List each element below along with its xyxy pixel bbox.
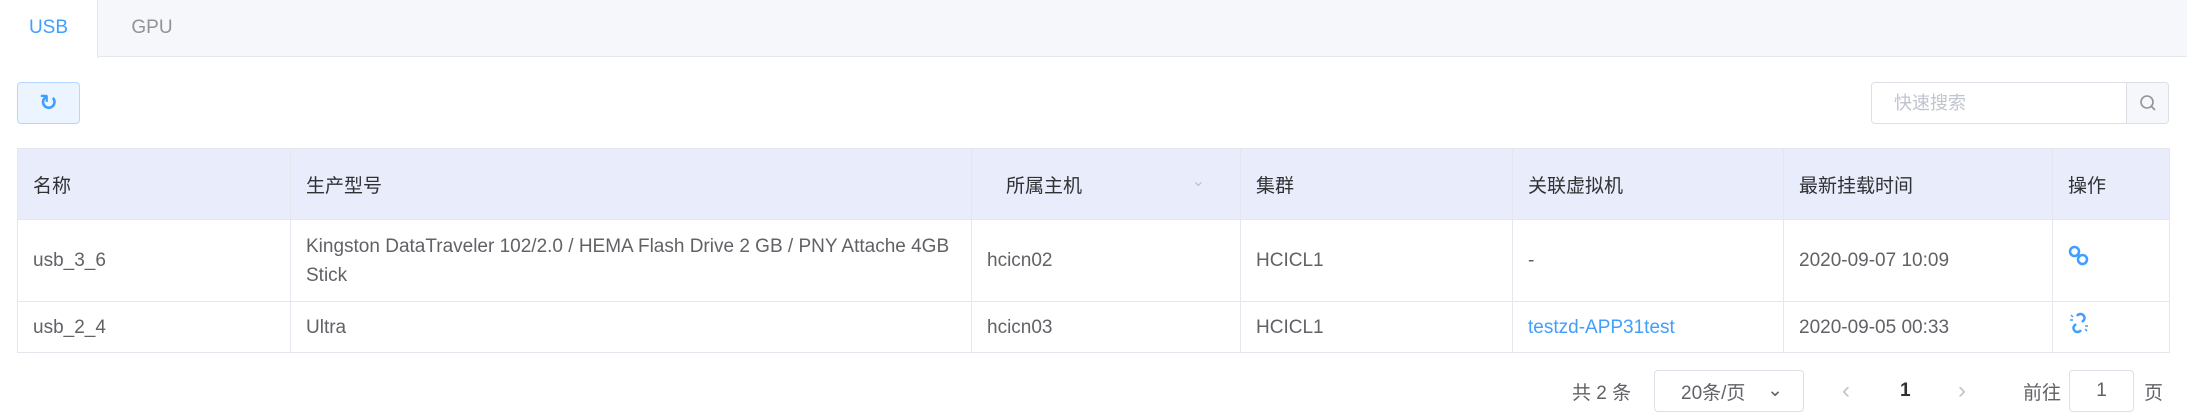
cell-time: 2020-09-05 00:33 — [1783, 301, 2053, 353]
prev-page-button[interactable]: ‹ — [1842, 370, 1850, 412]
chevron-down-icon: ⌄ — [1767, 380, 1783, 401]
cell-actions — [2052, 301, 2170, 353]
page-suffix: 页 — [2144, 382, 2164, 404]
goto-page-input[interactable]: 1 — [2069, 370, 2134, 412]
col-time: 最新挂载时间 — [1783, 148, 2053, 220]
page-size-value: 20条/页 — [1681, 382, 1746, 404]
search-box — [1871, 82, 2169, 124]
table-row: usb_2_4 Ultra hcicn03 HCICL1 testzd-APP3… — [17, 301, 2170, 353]
link-icon[interactable] — [2068, 245, 2090, 267]
cell-model: Kingston DataTraveler 102/2.0 / HEMA Fla… — [290, 219, 972, 302]
search-input[interactable] — [1872, 83, 2126, 123]
cell-host: hcicn02 — [971, 219, 1241, 302]
vm-link[interactable]: testzd-APP31test — [1528, 317, 1675, 338]
col-cluster: 集群 — [1240, 148, 1513, 220]
tab-gpu[interactable]: GPU — [98, 0, 206, 57]
col-host[interactable]: 所属主机 ⌄ — [971, 148, 1241, 220]
col-name: 名称 — [17, 148, 291, 220]
cell-name: usb_3_6 — [17, 219, 291, 302]
col-host-label: 所属主机 — [1006, 175, 1083, 197]
search-icon — [2139, 95, 2156, 111]
page-size-select[interactable]: 20条/页 ⌄ — [1654, 370, 1804, 412]
pagination-total: 共 2 条 — [1572, 382, 1632, 404]
cell-actions — [2052, 219, 2170, 302]
cell-cluster: HCICL1 — [1240, 219, 1513, 302]
search-button[interactable] — [2126, 83, 2168, 123]
usb-table: 名称 生产型号 所属主机 ⌄ 集群 关联虚拟机 最新挂载时间 操作 usb_3_6… — [17, 148, 2170, 353]
cell-name: usb_2_4 — [17, 301, 291, 353]
chevron-down-icon[interactable]: ⌄ — [1192, 171, 1205, 191]
next-page-button[interactable]: › — [1958, 370, 1966, 412]
page-number[interactable]: 1 — [1900, 370, 1911, 412]
cell-host: hcicn03 — [971, 301, 1241, 353]
col-actions: 操作 — [2052, 148, 2170, 220]
cell-vm: - — [1512, 219, 1784, 302]
cell-time: 2020-09-07 10:09 — [1783, 219, 2053, 302]
refresh-button[interactable]: ↻ — [17, 82, 80, 124]
tab-usb[interactable]: USB — [0, 0, 98, 58]
refresh-icon: ↻ — [39, 90, 58, 115]
goto-label: 前往 — [2023, 382, 2062, 404]
table-header: 名称 生产型号 所属主机 ⌄ 集群 关联虚拟机 最新挂载时间 操作 — [17, 148, 2170, 220]
cell-model: Ultra — [290, 301, 972, 353]
unlink-icon[interactable] — [2068, 312, 2090, 334]
table-row: usb_3_6 Kingston DataTraveler 102/2.0 / … — [17, 219, 2170, 302]
tab-bar: USB GPU — [0, 0, 2187, 58]
cell-vm: testzd-APP31test — [1512, 301, 1784, 353]
col-model: 生产型号 — [290, 148, 972, 220]
cell-cluster: HCICL1 — [1240, 301, 1513, 353]
col-vm: 关联虚拟机 — [1512, 148, 1784, 220]
